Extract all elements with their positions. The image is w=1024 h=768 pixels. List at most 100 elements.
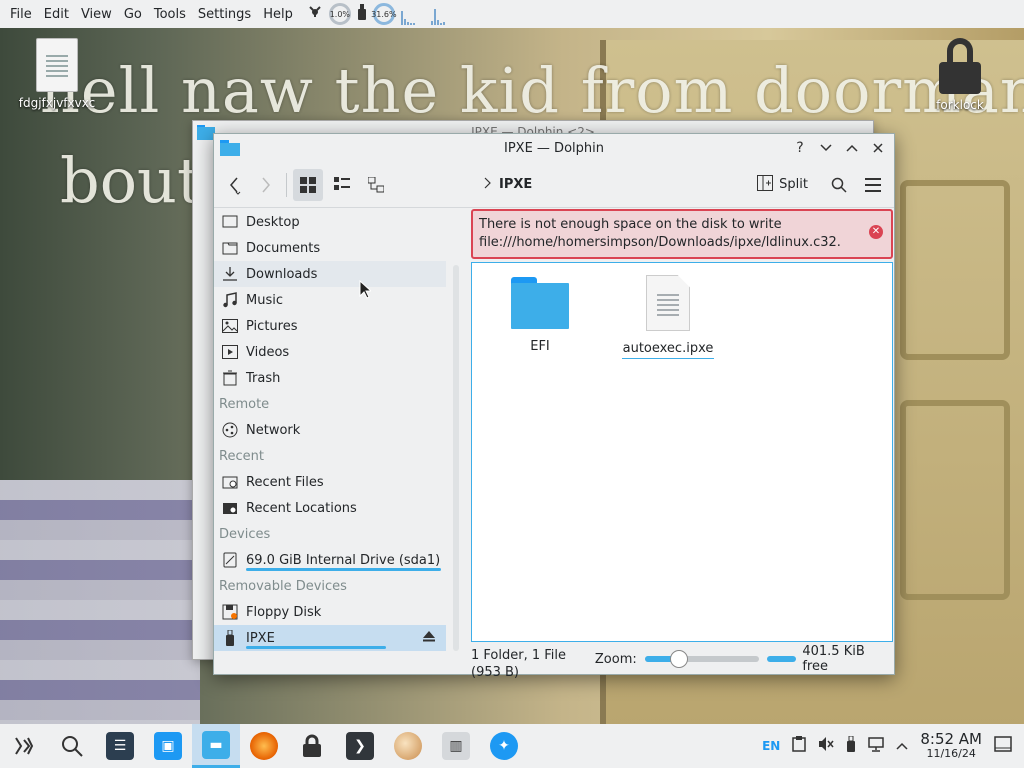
zoom-slider[interactable]: [644, 650, 759, 668]
app-launcher-button[interactable]: [0, 724, 48, 768]
window-titlebar[interactable]: IPXE — Dolphin ?: [214, 134, 894, 162]
sidebar-item-label: 69.0 GiB Internal Drive (sda1): [246, 552, 441, 568]
help-button[interactable]: ?: [790, 138, 810, 158]
archive-icon: ▥: [442, 732, 470, 760]
compact-view-button[interactable]: [327, 169, 357, 201]
clipboard-icon[interactable]: [792, 736, 807, 755]
menu-file[interactable]: File: [4, 7, 38, 22]
sidebar-item-label: Downloads: [246, 266, 318, 282]
minimize-button[interactable]: [816, 138, 836, 158]
taskbar-app-dolphin[interactable]: ▬: [192, 724, 240, 768]
eject-icon[interactable]: [422, 630, 436, 646]
taskbar-app-discover[interactable]: ▣: [144, 724, 192, 768]
taskbar-app-archive[interactable]: ▥: [432, 724, 480, 768]
menu-edit[interactable]: Edit: [38, 7, 75, 22]
folder-icon: [511, 277, 569, 329]
sidebar-item-recent-locations[interactable]: Recent Locations: [214, 495, 446, 521]
wallpaper-caption: hell naw the kid from doorman: [40, 54, 1024, 127]
sidebar-item-downloads[interactable]: Downloads: [214, 261, 446, 287]
sidebar-item-internal-drive[interactable]: 69.0 GiB Internal Drive (sda1): [214, 547, 446, 573]
status-bar: 1 Folder, 1 File (953 B) Zoom: 401.5 KiB…: [471, 644, 893, 680]
terminal-icon: ❯: [346, 732, 374, 760]
global-menubar: File Edit View Go Tools Settings Help 1.…: [0, 0, 1024, 28]
file-grid[interactable]: EFI autoexec.ipxe: [471, 262, 893, 642]
network-icon: [222, 422, 238, 438]
sidebar-item-documents[interactable]: Documents: [214, 235, 446, 261]
usb-drive-icon[interactable]: [846, 735, 856, 755]
taskbar-app-paint[interactable]: [384, 724, 432, 768]
zoom-slider-handle[interactable]: [669, 650, 688, 668]
maximize-button[interactable]: [842, 138, 862, 158]
desktop-file-item[interactable]: fdgjfxjvfxvxc: [15, 38, 99, 110]
keyboard-layout-indicator[interactable]: EN: [762, 739, 780, 753]
places-scrollbar[interactable]: [453, 265, 459, 651]
dolphin-window[interactable]: IPXE — Dolphin ? IPXE Split Desktop Docu…: [213, 133, 895, 680]
system-tray: EN 8:52 AM 11/16/24: [762, 732, 1024, 759]
hamburger-menu-button[interactable]: [858, 169, 888, 201]
videos-icon: [222, 344, 238, 360]
split-button[interactable]: Split: [751, 174, 814, 195]
menu-go[interactable]: Go: [118, 7, 148, 22]
clock[interactable]: 8:52 AM 11/16/24: [920, 732, 982, 760]
sidebar-item-desktop[interactable]: Desktop: [214, 209, 446, 235]
sidebar-item-pictures[interactable]: Pictures: [214, 313, 446, 339]
forward-button[interactable]: [250, 169, 280, 201]
sidebar-item-recent-files[interactable]: Recent Files: [214, 469, 446, 495]
taskbar-app-firefox[interactable]: [240, 724, 288, 768]
taskbar-app-terminal[interactable]: ❯: [336, 724, 384, 768]
desktop-lock-item[interactable]: forklock: [918, 38, 1002, 112]
menu-help[interactable]: Help: [257, 7, 299, 22]
places-section-header: Removable Devices: [219, 578, 347, 594]
close-button[interactable]: [868, 138, 888, 158]
volume-muted-icon[interactable]: [818, 736, 834, 755]
sidebar-item-music[interactable]: Music: [214, 287, 446, 313]
sidebar-item-network[interactable]: Network: [214, 417, 446, 443]
zoom-label: Zoom:: [594, 651, 637, 667]
icons-view-button[interactable]: [293, 168, 323, 201]
sidebar-item-ipxe[interactable]: IPXE: [214, 625, 446, 651]
sidebar-item-trash[interactable]: Trash: [214, 365, 446, 391]
sidebar-item-label: Floppy Disk: [246, 604, 322, 620]
firefox-icon: [250, 732, 278, 760]
error-message-text: There is not enough space on the disk to…: [479, 217, 841, 250]
close-error-icon[interactable]: ✕: [869, 225, 883, 239]
sidebar-item-videos[interactable]: Videos: [214, 339, 446, 365]
network-wired-icon[interactable]: [868, 736, 885, 755]
menu-settings[interactable]: Settings: [192, 7, 257, 22]
chevron-up-icon[interactable]: [896, 739, 908, 753]
folder-item[interactable]: EFI: [510, 277, 570, 354]
file-item[interactable]: autoexec.ipxe: [622, 275, 714, 359]
details-view-button[interactable]: [361, 169, 391, 201]
wallpaper-stripes: [0, 480, 200, 730]
taskbar-app-settings[interactable]: ☰: [96, 724, 144, 768]
search-button[interactable]: [824, 169, 854, 201]
app-launcher-icon: [15, 737, 34, 755]
kde-connect-icon[interactable]: [307, 4, 323, 24]
breadcrumb-current[interactable]: IPXE: [499, 177, 532, 192]
breadcrumb[interactable]: IPXE: [483, 177, 532, 193]
settings-mixer-icon: ☰: [106, 732, 134, 760]
dolphin-icon: [220, 140, 240, 160]
disk-graph-icon[interactable]: [430, 3, 455, 25]
free-space-bar: [766, 656, 797, 662]
network-graph-icon[interactable]: [400, 3, 425, 25]
back-button[interactable]: [220, 169, 250, 201]
hard-drive-icon: [222, 552, 238, 568]
file-name: autoexec.ipxe: [622, 341, 714, 359]
menu-view[interactable]: View: [75, 7, 118, 22]
wallpaper-caption: bout: [60, 144, 202, 217]
taskbar-app-browser[interactable]: ✦: [480, 724, 528, 768]
memory-usage-indicator[interactable]: 31.6%: [371, 3, 397, 25]
sidebar-item-floppy[interactable]: Floppy Disk: [214, 599, 446, 625]
cpu-usage-indicator[interactable]: 1.0%: [328, 3, 351, 25]
show-desktop-icon[interactable]: [994, 736, 1012, 755]
downloads-icon: [222, 266, 238, 282]
sidebar-item-label: Network: [246, 422, 301, 438]
search-button[interactable]: [48, 724, 96, 768]
taskbar-app-lock[interactable]: [288, 724, 336, 768]
usb-drive-icon: [222, 630, 238, 646]
menu-tools[interactable]: Tools: [148, 7, 192, 22]
usb-drive-icon[interactable]: [357, 4, 367, 24]
file-view: There is not enough space on the disk to…: [471, 209, 893, 644]
sidebar-item-label: Pictures: [246, 318, 298, 334]
